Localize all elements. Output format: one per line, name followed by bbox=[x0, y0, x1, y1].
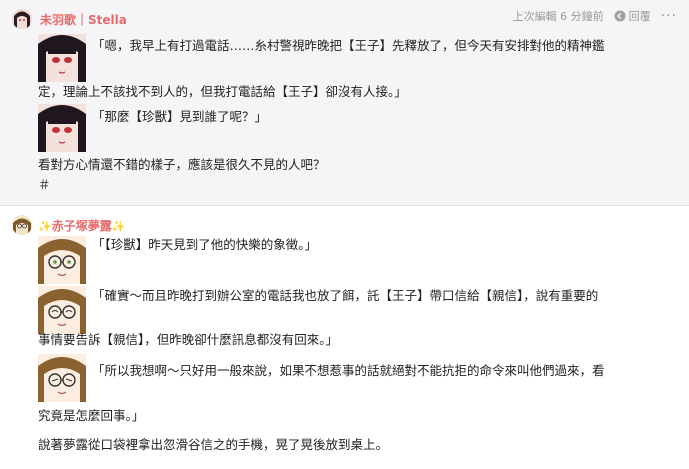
dialogue-line: 究竟是怎麼回事。」 bbox=[38, 408, 145, 423]
avatar[interactable] bbox=[12, 215, 32, 235]
edit-timestamp: 上次編輯 6 分鐘前 bbox=[512, 10, 604, 23]
author-name[interactable]: 未羽歌｜Stella bbox=[40, 11, 127, 28]
reply-icon bbox=[614, 10, 626, 22]
post-meta: 上次編輯 6 分鐘前 回覆 ··· bbox=[513, 8, 677, 24]
sparkle-icon: ✨ bbox=[111, 219, 126, 233]
dialogue-line: 定，理論上不該找不到人的，但我打電話給【王子】卻沒有人接。」 bbox=[38, 84, 407, 99]
sparkle-icon: ✨ bbox=[38, 219, 52, 233]
narration-line: 看對方心情還不錯的樣子，應該是很久不見的人吧？ bbox=[38, 157, 326, 172]
character-portrait-glasses bbox=[38, 236, 86, 284]
hashtag-text: ＃ bbox=[38, 177, 51, 192]
comment-post-mulu: ✨赤子塚夢露✨ 「【珍獸】昨天見到了他的快樂的象徵。」 「確實～而且昨晚打到辦公… bbox=[0, 206, 689, 469]
dialogue-line: 「嗯，我早上有打過電話……糸村警視昨晚把【王子】先釋放了，但今天有安排對他的精神… bbox=[92, 38, 605, 53]
post-header: ✨赤子塚夢露✨ bbox=[12, 214, 125, 236]
narration-line: 說著夢露從口袋裡拿出忽滑谷信之的手機，晃了晃後放到桌上。 bbox=[38, 437, 389, 452]
dialogue-line: 「確實～而且昨晚打到辦公室的電話我也放了餌，託【王子】帶口信給【親信】，說有重要… bbox=[92, 288, 599, 303]
character-portrait-glasses bbox=[38, 286, 86, 334]
dialogue-line: 「所以我想啊～只好用一般來說，如果不想惹事的話就絕對不能抗拒的命令來叫他們過來，… bbox=[92, 363, 605, 378]
dialogue-line: 「那麼【珍獸】見到誰了呢？」 bbox=[92, 109, 268, 124]
character-portrait-dark-hair bbox=[38, 34, 86, 82]
character-portrait-dark-hair bbox=[38, 104, 86, 152]
more-options-icon[interactable]: ··· bbox=[661, 8, 677, 24]
avatar[interactable] bbox=[12, 9, 32, 29]
character-portrait-glasses bbox=[38, 354, 86, 402]
comment-post-stella: 未羽歌｜Stella 上次編輯 6 分鐘前 回覆 ··· 「嗯，我早上有打過電話… bbox=[0, 0, 689, 205]
dialogue-line: 事情要告訴【親信】，但昨晚卻什麼訊息都沒有回來。」 bbox=[38, 332, 339, 347]
author-name-text: 赤子塚夢露 bbox=[51, 218, 112, 233]
post-header: 未羽歌｜Stella bbox=[12, 8, 127, 30]
dialogue-line: 「【珍獸】昨天見到了他的快樂的象徵。」 bbox=[92, 237, 318, 252]
reply-label: 回覆 bbox=[628, 10, 651, 23]
reply-button[interactable]: 回覆 bbox=[614, 8, 651, 24]
author-name[interactable]: ✨赤子塚夢露✨ bbox=[38, 217, 125, 234]
